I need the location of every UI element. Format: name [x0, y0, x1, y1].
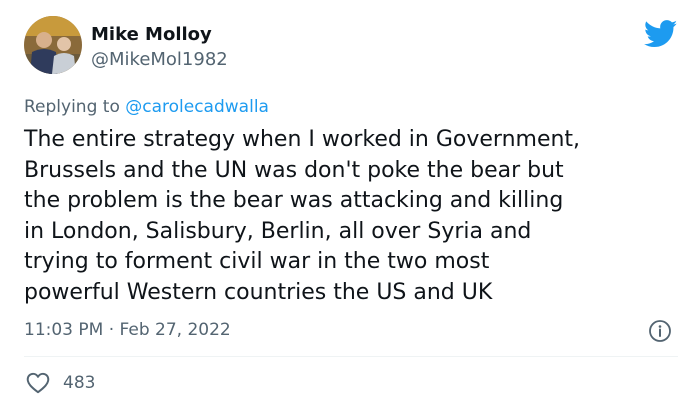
- tweet-card: Mike Molloy @MikeMol1982 Replying to @ca…: [0, 0, 700, 410]
- tweet-text-line: the problem is the bear was attacking an…: [24, 188, 564, 213]
- tweet-time[interactable]: 11:03 PM: [24, 320, 103, 340]
- tweet-text: The entire strategy when I worked in Gov…: [24, 125, 684, 308]
- replying-to: Replying to @carolecadwalla: [24, 95, 269, 119]
- avatar[interactable]: [24, 16, 82, 74]
- tweet-text-line: Brussels and the UN was don't poke the b…: [24, 157, 564, 183]
- replying-to-label: Replying to: [24, 97, 126, 117]
- tweet-timestamp: 11:03 PM · Feb 27, 2022: [24, 318, 231, 342]
- tweet-text-line: trying to forment civil war in the two m…: [24, 249, 490, 274]
- avatar-photo: [24, 16, 82, 74]
- author-name[interactable]: Mike Molloy: [91, 23, 212, 47]
- tweet-text-line: powerful Western countries the US and UK: [24, 279, 493, 305]
- tweet-date[interactable]: Feb 27, 2022: [120, 320, 231, 340]
- author-handle[interactable]: @MikeMol1982: [91, 48, 228, 72]
- twitter-bird-icon[interactable]: [644, 20, 678, 48]
- tweet-text-line: The entire strategy when I worked in Gov…: [24, 127, 581, 152]
- reply-mention-link[interactable]: @carolecadwalla: [125, 97, 269, 117]
- divider: [24, 356, 678, 357]
- tweet-text-line: in London, Salisbury, Berlin, all over S…: [24, 218, 532, 244]
- info-icon[interactable]: [648, 319, 672, 343]
- heart-icon[interactable]: [25, 370, 51, 396]
- like-count: 483: [63, 373, 96, 393]
- timestamp-separator: ·: [103, 320, 120, 340]
